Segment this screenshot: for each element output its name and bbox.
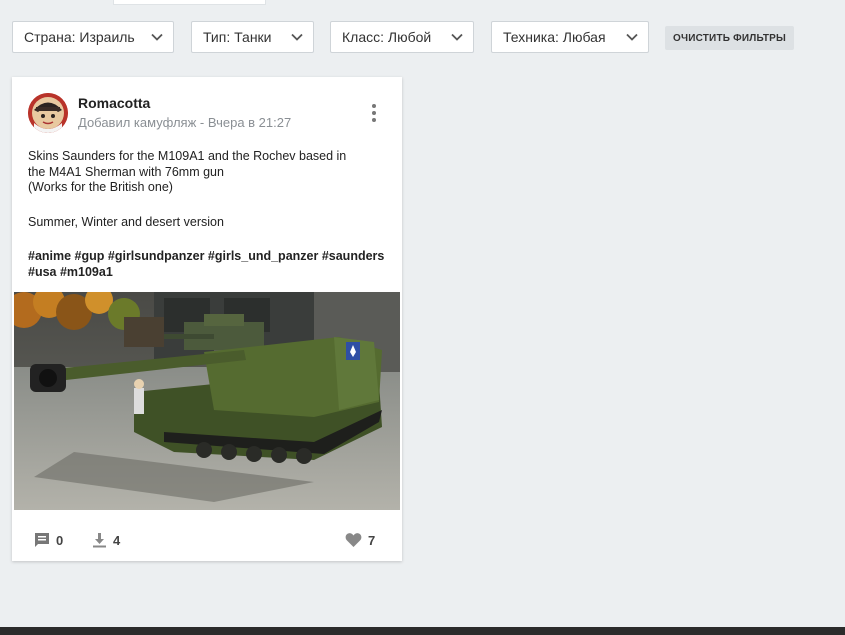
chevron-down-icon bbox=[151, 33, 163, 41]
filter-class-label: Класс: Любой bbox=[342, 29, 432, 45]
likes-count: 7 bbox=[368, 532, 376, 548]
kebab-menu-icon[interactable] bbox=[364, 103, 384, 123]
filter-type-label: Тип: Танки bbox=[203, 29, 272, 45]
likes-counter[interactable]: 7 bbox=[345, 532, 375, 548]
description-extra: Summer, Winter and desert version bbox=[28, 214, 224, 229]
heart-icon bbox=[345, 533, 362, 547]
page-footer bbox=[0, 627, 845, 635]
filter-vehicle-label: Техника: Любая bbox=[503, 29, 606, 45]
filter-vehicle[interactable]: Техника: Любая bbox=[491, 21, 649, 53]
chevron-down-icon bbox=[626, 33, 638, 41]
filter-type[interactable]: Тип: Танки bbox=[191, 21, 314, 53]
post-author[interactable]: Romacotta bbox=[78, 95, 150, 111]
downloads-count: 4 bbox=[113, 532, 121, 548]
post-card: Romacotta Добавил камуфляж - Вчера в 21:… bbox=[12, 77, 402, 561]
filter-class[interactable]: Класс: Любой bbox=[330, 21, 474, 53]
post-description: Skins Saunders for the M109A1 and the Ro… bbox=[28, 149, 388, 280]
post-tags[interactable]: #anime #gup #girlsundpanzer #girls_und_p… bbox=[28, 249, 388, 265]
avatar[interactable] bbox=[28, 93, 68, 133]
comment-icon bbox=[35, 533, 49, 547]
filter-country-label: Страна: Израиль bbox=[24, 29, 135, 45]
chevron-down-icon bbox=[451, 33, 463, 41]
description-line: Skins Saunders for the M109A1 and the Ro… bbox=[28, 149, 347, 163]
search-box-stub[interactable] bbox=[113, 0, 266, 5]
filter-country[interactable]: Страна: Израиль bbox=[12, 21, 174, 53]
downloads-counter[interactable]: 4 bbox=[92, 532, 120, 548]
comments-count: 0 bbox=[56, 532, 64, 548]
description-line: (Works for the British one) bbox=[28, 180, 173, 194]
post-screenshot[interactable] bbox=[14, 292, 400, 510]
download-icon bbox=[93, 533, 106, 548]
comments-counter[interactable]: 0 bbox=[34, 532, 63, 548]
clear-filters-button[interactable]: ОЧИСТИТЬ ФИЛЬТРЫ bbox=[665, 26, 794, 50]
description-line: the M4A1 Sherman with 76mm gun bbox=[28, 164, 224, 179]
chevron-down-icon bbox=[291, 33, 303, 41]
post-tags[interactable]: #usa #m109a1 bbox=[28, 265, 388, 281]
post-meta: Добавил камуфляж - Вчера в 21:27 bbox=[78, 115, 292, 130]
